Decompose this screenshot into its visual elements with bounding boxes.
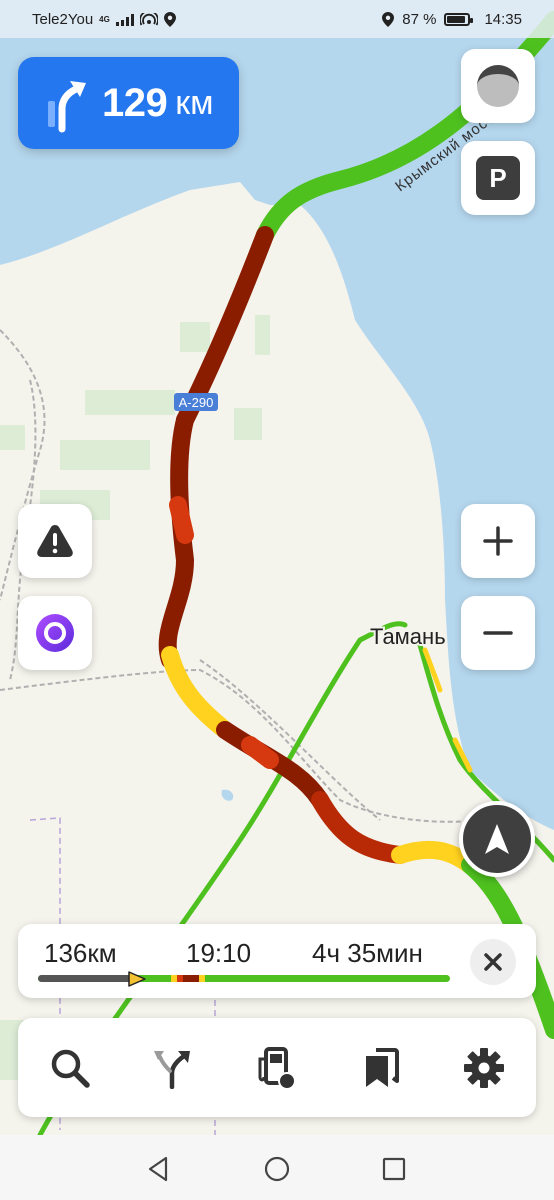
maneuver-distance: 129 xyxy=(102,80,168,125)
close-route-button[interactable] xyxy=(470,939,516,985)
compass-icon xyxy=(477,65,519,107)
highway-label: А-290 xyxy=(174,393,218,411)
zoom-out-button[interactable] xyxy=(461,596,535,670)
home-icon xyxy=(264,1156,290,1182)
back-button[interactable] xyxy=(142,1153,174,1185)
signal-icon xyxy=(115,13,134,26)
location-icon xyxy=(163,12,176,27)
battery-icon xyxy=(444,13,474,26)
recents-icon xyxy=(382,1157,406,1181)
turn-right-arrow-icon xyxy=(48,81,86,133)
plus-icon xyxy=(483,526,513,556)
bookmarks-icon xyxy=(365,1047,399,1087)
settings-button[interactable] xyxy=(444,1028,524,1108)
alice-button[interactable] xyxy=(18,596,92,670)
maneuver-unit: км xyxy=(175,83,214,122)
route-alternatives-button[interactable] xyxy=(133,1028,213,1108)
minus-icon xyxy=(483,631,513,635)
battery-percent: 87 % xyxy=(402,11,437,28)
route-summary-panel[interactable]: 136км 19:10 4ч 35мин xyxy=(18,924,536,998)
gas-station-icon xyxy=(258,1046,296,1090)
city-label: Тамань xyxy=(370,624,446,649)
route-distance: 136км xyxy=(44,938,117,968)
location-icon xyxy=(382,12,395,27)
navigation-arrow-icon xyxy=(485,824,509,854)
home-button[interactable] xyxy=(261,1153,293,1185)
bottom-toolbar xyxy=(18,1018,536,1117)
status-bar: Tele2You 4G 87 % 14:35 xyxy=(0,0,554,38)
parking-button[interactable]: P xyxy=(461,141,535,215)
current-position-marker xyxy=(128,971,146,987)
back-icon xyxy=(148,1156,168,1182)
arrival-time: 19:10 xyxy=(186,938,252,968)
system-navigation-bar xyxy=(0,1135,554,1200)
route-progress-completed xyxy=(38,975,137,982)
svg-text:А-290: А-290 xyxy=(179,395,214,410)
route-duration: 4ч 35мин xyxy=(312,938,423,968)
carrier-name: Tele2You xyxy=(32,11,94,28)
gas-station-button[interactable] xyxy=(237,1028,317,1108)
bookmarks-button[interactable] xyxy=(341,1028,421,1108)
maneuver-card[interactable]: 129 км xyxy=(18,57,239,149)
zoom-in-button[interactable] xyxy=(461,504,535,578)
search-icon xyxy=(51,1049,90,1088)
compass-button[interactable] xyxy=(461,49,535,123)
network-type: 4G xyxy=(99,15,110,24)
close-icon xyxy=(484,953,502,971)
route-progress-bar xyxy=(38,975,450,982)
route-alternatives-icon xyxy=(154,1050,191,1089)
navigation-mode-button[interactable] xyxy=(459,801,535,877)
search-button[interactable] xyxy=(30,1028,110,1108)
hotspot-icon xyxy=(139,12,158,25)
warning-icon xyxy=(37,525,73,557)
parking-icon: P xyxy=(476,156,520,200)
alice-icon xyxy=(36,614,74,652)
settings-icon xyxy=(464,1047,505,1088)
clock: 14:35 xyxy=(484,11,522,28)
report-button[interactable] xyxy=(18,504,92,578)
recents-button[interactable] xyxy=(378,1153,410,1185)
